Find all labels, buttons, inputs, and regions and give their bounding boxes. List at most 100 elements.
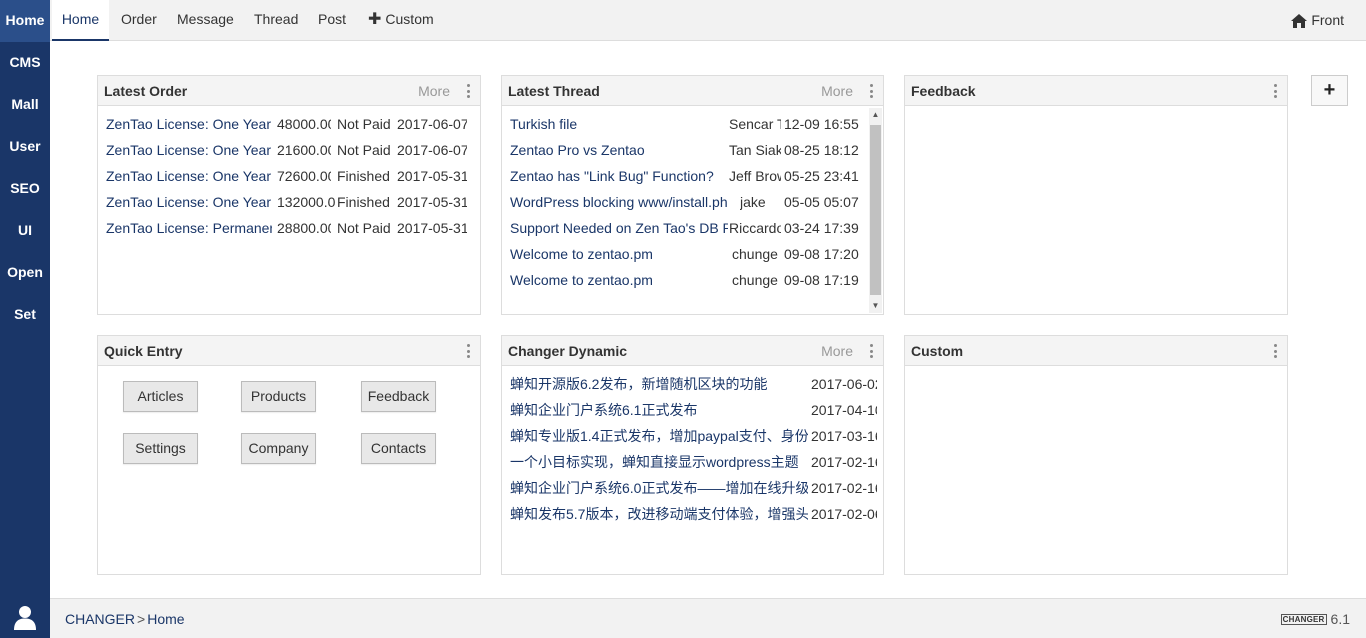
thread-title[interactable]: WordPress blocking www/install.php? [510, 193, 728, 211]
list-item[interactable]: Welcome to zentao.pm chunge 09-08 17:20 [510, 245, 862, 263]
tab-custom[interactable]: ✚ Custom [368, 0, 434, 41]
thread-list: Turkish file Sencar Tuncer 12-09 16:55 Z… [502, 107, 883, 314]
quick-contacts-button[interactable]: Contacts [361, 433, 436, 464]
panel-menu-icon[interactable] [467, 84, 471, 98]
breadcrumb-current[interactable]: Home [147, 611, 184, 627]
thread-author: jake [740, 194, 766, 210]
scroll-down-icon[interactable]: ▼ [869, 299, 882, 313]
list-item[interactable]: 蝉知企业门户系统6.1正式发布 2017-04-10 [510, 401, 877, 419]
list-item[interactable]: 蝉知发布5.7版本，改进移动端支付体验，增强头部自定义 2017-02-06 [510, 505, 877, 523]
quick-products-button[interactable]: Products [241, 381, 316, 412]
order-date: 2017-06-07 [397, 142, 467, 158]
sidebar-item-ui[interactable]: UI [0, 210, 50, 252]
sidebar-item-user[interactable]: User [0, 126, 50, 168]
list-item[interactable]: Welcome to zentao.pm chunge 09-08 17:19 [510, 271, 862, 289]
thread-title[interactable]: Zentao Pro vs Zentao [510, 141, 728, 159]
tab-message[interactable]: Message [177, 0, 234, 41]
table-row[interactable]: ZenTao License: Permanent 28800.00 Not P… [106, 219, 476, 237]
news-date: 2017-02-16 [811, 480, 877, 496]
order-status: Not Paid [337, 220, 391, 236]
news-title[interactable]: 蝉知企业门户系统6.0正式发布——增加在线升级功能 [510, 479, 808, 497]
user-icon [14, 606, 36, 630]
breadcrumb-separator: > [137, 611, 146, 627]
thread-title[interactable]: Zentao has "Link Bug" Function? [510, 167, 728, 185]
more-link[interactable]: More [418, 76, 450, 106]
table-row[interactable]: ZenTao License: One Year × 1 132000.00 F… [106, 193, 476, 211]
scrollbar-thumb[interactable] [870, 125, 881, 295]
panel-menu-icon[interactable] [870, 344, 874, 358]
list-item[interactable]: Turkish file Sencar Tuncer 12-09 16:55 [510, 115, 862, 133]
news-title[interactable]: 蝉知专业版1.4正式发布，增加paypal支付、身份认证 [510, 427, 808, 445]
thread-title[interactable]: Welcome to zentao.pm [510, 271, 728, 289]
table-row[interactable]: ZenTao License: One Year × 1 21600.00 No… [106, 141, 476, 159]
news-date: 2017-03-16 [811, 428, 877, 444]
news-title[interactable]: 一个小目标实现，蝉知直接显示wordpress主题 [510, 453, 808, 471]
breadcrumb-root[interactable]: CHANGER [65, 611, 135, 627]
thread-title[interactable]: Welcome to zentao.pm [510, 245, 728, 263]
news-title[interactable]: 蝉知企业门户系统6.1正式发布 [510, 401, 808, 419]
panel-menu-icon[interactable] [467, 344, 471, 358]
scroll-up-icon[interactable]: ▲ [869, 108, 882, 122]
more-link[interactable]: More [821, 336, 853, 366]
thread-title[interactable]: Turkish file [510, 115, 728, 133]
sidebar-item-mall[interactable]: Mall [0, 84, 50, 126]
order-name[interactable]: ZenTao License: One Year × 1 [106, 141, 272, 159]
table-row[interactable]: ZenTao License: One Year × 1 48000.00 No… [106, 115, 476, 133]
list-item[interactable]: Zentao Pro vs Zentao Tan Siak 08-25 18:1… [510, 141, 862, 159]
thread-author: chunge [732, 246, 778, 262]
panel-title: Feedback [911, 83, 976, 99]
main-sidebar: Home CMS Mall User SEO UI Open Set [0, 0, 50, 638]
news-title[interactable]: 蝉知发布5.7版本，改进移动端支付体验，增强头部自定义 [510, 505, 808, 523]
tab-home[interactable]: Home [52, 0, 109, 41]
panel-title: Changer Dynamic [508, 343, 628, 359]
table-row[interactable]: ZenTao License: One Year × 1 72600.00 Fi… [106, 167, 476, 185]
sidebar-item-home[interactable]: Home [0, 0, 50, 42]
thread-title[interactable]: Support Needed on Zen Tao's DB Please [510, 219, 728, 237]
panel-menu-icon[interactable] [1274, 84, 1278, 98]
sidebar-item-open[interactable]: Open [0, 252, 50, 294]
front-link[interactable]: Front [1291, 0, 1344, 41]
quick-feedback-button[interactable]: Feedback [361, 381, 436, 412]
news-date: 2017-06-02 [811, 376, 877, 392]
order-name[interactable]: ZenTao License: One Year × 1 [106, 193, 272, 211]
order-amount: 48000.00 [277, 116, 331, 132]
thread-time: 12-09 16:55 [784, 116, 859, 132]
sidebar-item-seo[interactable]: SEO [0, 168, 50, 210]
sidebar-item-cms[interactable]: CMS [0, 42, 50, 84]
panel-menu-icon[interactable] [1274, 344, 1278, 358]
order-name[interactable]: ZenTao License: Permanent [106, 219, 272, 237]
list-item[interactable]: 蝉知专业版1.4正式发布，增加paypal支付、身份认证 2017-03-16 [510, 427, 877, 445]
top-nav: Home Order Message Thread Post ✚ Custom F… [50, 0, 1366, 41]
tab-order[interactable]: Order [121, 0, 157, 41]
panel-header: Latest Thread More [502, 76, 883, 106]
quick-articles-button[interactable]: Articles [123, 381, 198, 412]
news-title[interactable]: 蝉知开源版6.2发布，新增随机区块的功能 [510, 375, 808, 393]
order-amount: 28800.00 [277, 220, 331, 236]
panel-title: Latest Order [104, 83, 188, 99]
more-link[interactable]: More [821, 76, 853, 106]
order-name[interactable]: ZenTao License: One Year × 1 [106, 167, 272, 185]
tab-post[interactable]: Post [318, 0, 346, 41]
order-name[interactable]: ZenTao License: One Year × 1 [106, 115, 272, 133]
list-item[interactable]: WordPress blocking www/install.php? jake… [510, 193, 862, 211]
list-item[interactable]: 蝉知开源版6.2发布，新增随机区块的功能 2017-06-02 [510, 375, 877, 393]
order-date: 2017-05-31 [397, 168, 467, 184]
thread-time: 03-24 17:39 [784, 220, 859, 236]
list-item[interactable]: 一个小目标实现，蝉知直接显示wordpress主题 2017-02-16 [510, 453, 877, 471]
list-item[interactable]: Zentao has "Link Bug" Function? Jeff Bro… [510, 167, 862, 185]
quick-company-button[interactable]: Company [241, 433, 316, 464]
panel-title: Custom [911, 343, 964, 359]
quick-settings-button[interactable]: Settings [123, 433, 198, 464]
panel-header: Custom [905, 336, 1287, 366]
order-amount: 72600.00 [277, 168, 331, 184]
user-avatar[interactable] [0, 596, 50, 638]
sidebar-item-set[interactable]: Set [0, 294, 50, 336]
tab-thread[interactable]: Thread [254, 0, 298, 41]
add-block-button[interactable]: + [1311, 75, 1348, 106]
panel-menu-icon[interactable] [870, 84, 874, 98]
list-item[interactable]: Support Needed on Zen Tao's DB Please Ri… [510, 219, 862, 237]
thread-scrollbar[interactable]: ▲ ▼ [869, 108, 882, 313]
list-item[interactable]: 蝉知企业门户系统6.0正式发布——增加在线升级功能 2017-02-16 [510, 479, 877, 497]
panel-latest-thread: Latest Thread More Turkish file Sencar T… [501, 75, 884, 315]
order-date: 2017-05-31 [397, 220, 467, 236]
